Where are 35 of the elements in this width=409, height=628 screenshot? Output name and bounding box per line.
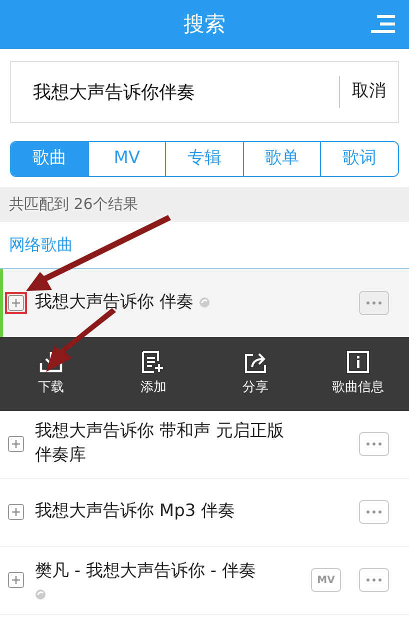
- song-row[interactable]: 我想大声告诉你 Mp3 伴奏: [0, 478, 409, 546]
- more-icon: [366, 510, 382, 514]
- list-add-icon: [141, 350, 166, 372]
- share-icon: [244, 350, 268, 372]
- more-button[interactable]: [359, 432, 389, 456]
- menu-icon[interactable]: [371, 15, 395, 33]
- action-button[interactable]: 歌曲信息: [306, 336, 409, 410]
- plus-icon[interactable]: [5, 569, 27, 591]
- download-icon: [39, 350, 64, 372]
- plus-icon[interactable]: [5, 433, 27, 455]
- song-row[interactable]: 我想大声告诉你 带和声 元启正版伴奏库: [0, 410, 409, 478]
- song-title: 我想大声告诉你 伴奏: [35, 290, 194, 314]
- more-button[interactable]: [359, 290, 389, 314]
- song-row[interactable]: 我想大声告诉你 伴奏: [0, 268, 409, 336]
- plus-icon[interactable]: [5, 292, 27, 314]
- song-title: 我想大声告诉你 Mp3 伴奏: [35, 500, 236, 524]
- more-icon: [366, 442, 382, 446]
- info-icon: [346, 350, 369, 372]
- plus-icon[interactable]: [5, 501, 27, 523]
- more-icon: [366, 578, 382, 582]
- annotation-arrow: [46, 308, 116, 372]
- mv-badge: MV: [311, 568, 341, 592]
- action-button[interactable]: 分享: [204, 336, 307, 410]
- action-button[interactable]: 添加: [102, 336, 204, 410]
- song-row[interactable]: 樊凡 - 我想大声告诉你 - 伴奏 MV: [0, 546, 409, 614]
- more-button[interactable]: [359, 500, 389, 524]
- result-count: 共匹配到 26个结果: [0, 187, 409, 222]
- action-button[interactable]: 下载: [0, 336, 102, 410]
- more-button[interactable]: [359, 568, 389, 592]
- song-title: 樊凡 - 我想大声告诉你 - 伴奏: [35, 560, 256, 583]
- song-title: 我想大声告诉你 带和声 元启正版伴奏库: [35, 420, 285, 467]
- page-title: 搜索: [184, 10, 226, 38]
- more-icon: [366, 300, 382, 304]
- cancel-button[interactable]: 取消: [339, 76, 398, 108]
- search-field[interactable]: 我想大声告诉你伴奏 取消: [10, 61, 399, 123]
